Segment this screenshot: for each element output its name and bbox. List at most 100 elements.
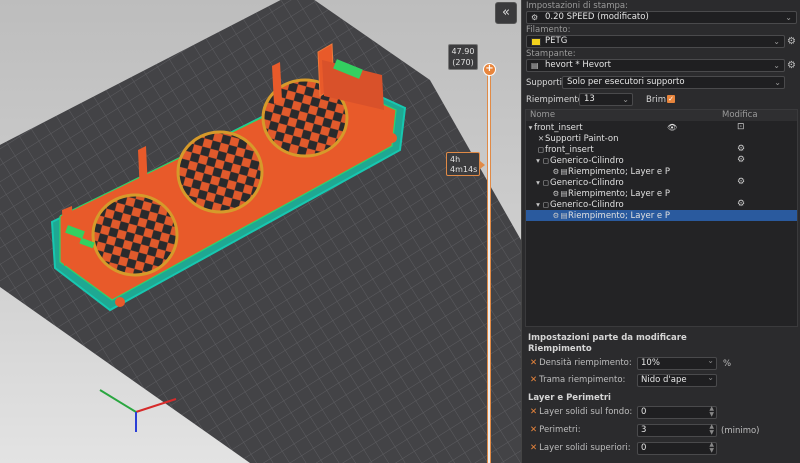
infill-select[interactable]: 13 ⌄ (579, 93, 633, 106)
supports-value: Solo per esecutori supporto (567, 77, 685, 87)
column-name: Nome (530, 110, 556, 120)
tree-row-label: Supporti Paint-on (545, 134, 619, 144)
remove-setting-icon[interactable]: ✕ (530, 407, 537, 417)
modifier-icon: ◻ (542, 156, 550, 165)
tree-row-modifier[interactable]: ▾ ◻Generico-Cilindro ⚙ (526, 155, 797, 166)
infill-value: 13 (584, 94, 595, 104)
3d-viewport[interactable]: « 47.90 (270) + 4h 4m14s (0, 0, 521, 463)
tree-row-label: Riempimento; Layer e P (568, 211, 670, 221)
chevron-down-icon: ⌄ (622, 95, 629, 104)
column-modify: Modifica (722, 110, 758, 120)
perimeters-row: ✕ Perimetri: (530, 424, 581, 437)
top-layers-value: 0 (641, 443, 647, 453)
printer-select[interactable]: ▤ hevort * Hevort ⌄ (526, 59, 785, 72)
spinner-icon[interactable]: ▲ ▼ (709, 424, 714, 436)
tree-row-label: Generico-Cilindro (550, 156, 624, 166)
time-minutes: 4m14s (450, 165, 478, 174)
filament-settings-gear-icon[interactable]: ⚙ (787, 37, 796, 47)
infill-density-row: ✕ Densità riempimento: (530, 357, 632, 370)
remove-setting-icon[interactable]: ✕ (530, 375, 537, 385)
brim-checkbox[interactable]: ✓ (667, 95, 675, 103)
tree-row-settings-selected[interactable]: ⚙▤Riempimento; Layer e P (526, 210, 797, 221)
layers-group-title: Layer e Perimetri (528, 393, 611, 403)
expand-icon[interactable]: ▾ (534, 155, 542, 166)
spinner-icon[interactable]: ▲ ▼ (709, 442, 714, 454)
bottom-layers-label: Layer solidi sul fondo: (539, 407, 633, 417)
layer-number-value: (270) (452, 58, 474, 67)
infill-pattern-label: Trama riempimento: (539, 375, 626, 385)
settings-gear-icon: ⚙ (552, 189, 560, 198)
printer-icon: ▤ (531, 61, 539, 70)
tree-row-object[interactable]: ▾ front_insert 👁 ⊡ (526, 122, 797, 133)
expand-icon[interactable]: ▾ (534, 199, 542, 210)
expand-icon[interactable]: ▾ (526, 122, 534, 133)
tree-row-label: Riempimento; Layer e P (568, 189, 670, 199)
layers-icon: ▤ (560, 189, 568, 198)
profile-gear-icon: ⚙ (531, 13, 539, 22)
bottom-layers-row: ✕ Layer solidi sul fondo: (530, 406, 632, 419)
brim-label: Brim: (646, 95, 669, 105)
top-layers-label: Layer solidi superiori: (539, 443, 631, 453)
infill-density-select[interactable]: 10% ⌄ (637, 357, 717, 370)
modifier-gear-icon[interactable]: ⚙ (737, 199, 745, 210)
infill-pattern-select[interactable]: Nido d'ape ⌄ (637, 374, 717, 387)
part-settings-gear-icon[interactable]: ⚙ (737, 144, 745, 155)
filament-value: PETG (545, 36, 568, 46)
modifier-gear-icon[interactable]: ⚙ (737, 155, 745, 166)
chevron-down-icon: ⌄ (707, 373, 714, 382)
layer-height-value: 47.90 (451, 47, 475, 56)
perimeters-label: Perimetri: (539, 425, 581, 435)
printer-settings-gear-icon[interactable]: ⚙ (787, 61, 796, 71)
tree-row-modifier[interactable]: ▾ ◻Generico-Cilindro ⚙ (526, 199, 797, 210)
modifier-gear-icon[interactable]: ⚙ (737, 177, 745, 188)
support-paint-icon: ✕ (537, 134, 545, 143)
bottom-layers-input[interactable]: 0 ▲ ▼ (637, 406, 717, 419)
filament-select[interactable]: PETG ⌄ (526, 35, 785, 48)
tree-row-supports[interactable]: ✕Supporti Paint-on (526, 133, 797, 144)
print-profile-value: 0.20 SPEED (modificato) (545, 12, 649, 22)
part-settings-title: Impostazioni parte da modificare (528, 333, 687, 343)
tree-row-settings[interactable]: ⚙▤Riempimento; Layer e P (526, 166, 797, 177)
layer-slider-thumb[interactable]: + (483, 63, 496, 76)
object-settings-icon[interactable]: ⊡ (737, 122, 745, 133)
object-list-header: Nome Modifica (526, 110, 797, 121)
chevron-down-icon: ⌄ (773, 37, 780, 46)
estimated-time-readout: 4h 4m14s (446, 152, 485, 176)
tree-row-settings[interactable]: ⚙▤Riempimento; Layer e P (526, 188, 797, 199)
filament-color-swatch (531, 38, 541, 46)
tree-row-part[interactable]: ◻front_insert ⚙ (526, 144, 797, 155)
top-layers-input[interactable]: 0 ▲ ▼ (637, 442, 717, 455)
spinner-icon[interactable]: ▲ ▼ (709, 406, 714, 418)
collapse-sidebar-button[interactable]: « (495, 2, 517, 24)
printer-value: hevort * Hevort (545, 60, 612, 70)
modifier-icon: ◻ (542, 178, 550, 187)
tree-row-label: front_insert (545, 145, 594, 155)
print-settings-label: Impostazioni di stampa: (526, 1, 629, 11)
chevron-down-icon: ⌄ (707, 356, 714, 365)
layers-icon: ▤ (560, 167, 568, 176)
expand-icon[interactable]: ▾ (534, 177, 542, 188)
infill-pattern-value: Nido d'ape (641, 375, 687, 385)
remove-setting-icon[interactable]: ✕ (530, 425, 537, 435)
tree-row-modifier[interactable]: ▾ ◻Generico-Cilindro ⚙ (526, 177, 797, 188)
layer-slider-track[interactable] (487, 70, 491, 463)
perimeters-input[interactable]: 3 ▲ ▼ (637, 424, 717, 437)
infill-group-title: Riempimento (528, 344, 592, 354)
settings-gear-icon: ⚙ (552, 167, 560, 176)
infill-density-value: 10% (641, 358, 660, 368)
settings-sidebar: Impostazioni di stampa: ⚙ 0.20 SPEED (mo… (521, 0, 800, 463)
print-profile-select[interactable]: ⚙ 0.20 SPEED (modificato) ⌄ (526, 11, 797, 24)
infill-label: Riempimento: (526, 95, 586, 105)
part-icon: ◻ (537, 145, 545, 154)
remove-setting-icon[interactable]: ✕ (530, 358, 537, 368)
bottom-layers-value: 0 (641, 407, 647, 417)
top-layers-row: ✕ Layer solidi superiori: (530, 442, 631, 455)
remove-setting-icon[interactable]: ✕ (530, 443, 537, 453)
tree-row-label: Generico-Cilindro (550, 178, 624, 188)
tree-row-label: Generico-Cilindro (550, 200, 624, 210)
tree-row-label: front_insert (534, 123, 583, 133)
visibility-eye-icon[interactable]: 👁 (667, 122, 677, 133)
supports-select[interactable]: Solo per esecutori supporto ⌄ (562, 76, 785, 89)
object-list[interactable]: Nome Modifica ▾ front_insert 👁 ⊡ ✕Support… (525, 109, 798, 327)
print-preview-scene[interactable] (0, 0, 521, 463)
